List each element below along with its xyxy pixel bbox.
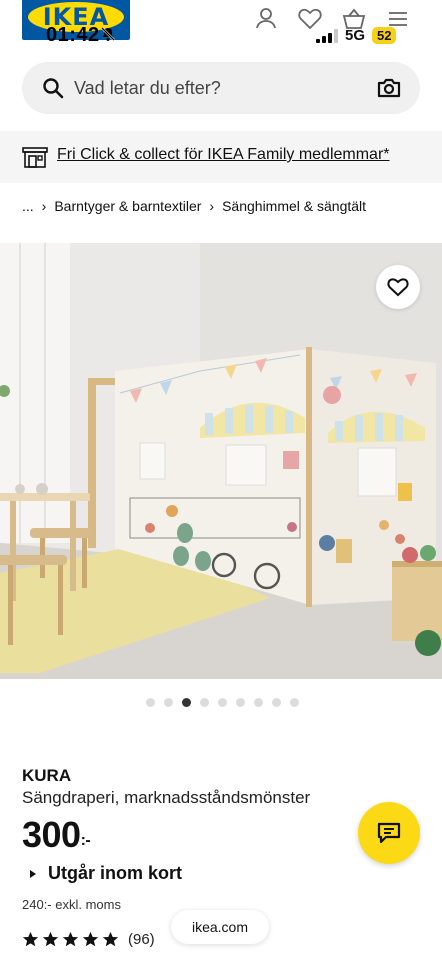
profile-icon[interactable] xyxy=(253,6,279,32)
promo-link[interactable]: Fri Click & collect för IKEA Family medl… xyxy=(57,146,390,164)
breadcrumb: ... › Barntyger & barntextiler › Sänghim… xyxy=(22,198,366,214)
product-price: 300:- xyxy=(22,814,91,856)
search-bar[interactable] xyxy=(22,62,420,114)
heart-icon[interactable] xyxy=(297,6,323,32)
bell-muted-icon xyxy=(101,27,115,41)
carousel-dot[interactable] xyxy=(290,698,299,707)
caret-right-icon xyxy=(30,869,36,878)
review-count[interactable]: (96) xyxy=(128,931,155,948)
star-icon xyxy=(82,931,99,947)
price-value: 300 xyxy=(22,814,81,855)
availability-status[interactable]: Utgår inom kort xyxy=(30,863,182,884)
store-pickup-icon xyxy=(22,147,48,168)
carousel-dot[interactable] xyxy=(164,698,173,707)
product-description: Sängdraperi, marknadsståndsmönster xyxy=(22,788,311,807)
product-photo-illustration xyxy=(0,243,442,679)
chat-button[interactable] xyxy=(358,802,420,864)
status-time: 01:42 xyxy=(46,24,100,46)
carousel-dot[interactable] xyxy=(146,698,155,707)
chevron-right-icon: › xyxy=(209,198,215,214)
breadcrumb-item-barntyger[interactable]: Barntyger & barntextiler xyxy=(54,198,201,214)
product-rating[interactable]: (96) xyxy=(22,931,155,948)
price-excl-vat: 240:- exkl. moms xyxy=(22,897,121,912)
breadcrumb-item-sanghimmel[interactable]: Sänghimmel & sängtält xyxy=(222,198,366,214)
product-brand[interactable]: KURA xyxy=(22,766,71,786)
carousel-dot[interactable] xyxy=(200,698,209,707)
favorite-button[interactable] xyxy=(376,265,420,309)
promo-banner[interactable]: Fri Click & collect för IKEA Family medl… xyxy=(0,131,442,183)
carousel-dot[interactable] xyxy=(272,698,281,707)
chevron-right-icon: › xyxy=(41,198,47,214)
menu-icon[interactable] xyxy=(385,6,411,32)
carousel-dot[interactable] xyxy=(218,698,227,707)
star-icon xyxy=(102,931,119,947)
image-carousel-dots[interactable] xyxy=(146,698,299,707)
shopping-bag-icon[interactable] xyxy=(341,6,367,32)
star-icon xyxy=(22,931,39,947)
product-image[interactable] xyxy=(0,243,442,679)
availability-text: Utgår inom kort xyxy=(48,863,183,883)
star-icon xyxy=(62,931,79,947)
search-icon xyxy=(43,78,64,99)
top-bar: IKEA 01:42 5G 52 xyxy=(0,0,442,52)
chat-icon xyxy=(377,822,401,844)
camera-icon[interactable] xyxy=(377,76,401,100)
search-input[interactable] xyxy=(74,72,364,104)
breadcrumb-ellipsis[interactable]: ... xyxy=(22,198,34,214)
star-icon xyxy=(42,931,59,947)
browser-domain-pill[interactable]: ikea.com xyxy=(171,910,269,944)
price-suffix: :- xyxy=(80,832,91,849)
carousel-dot[interactable] xyxy=(254,698,263,707)
carousel-dot[interactable] xyxy=(182,698,191,707)
heart-icon xyxy=(387,278,409,297)
carousel-dot[interactable] xyxy=(236,698,245,707)
